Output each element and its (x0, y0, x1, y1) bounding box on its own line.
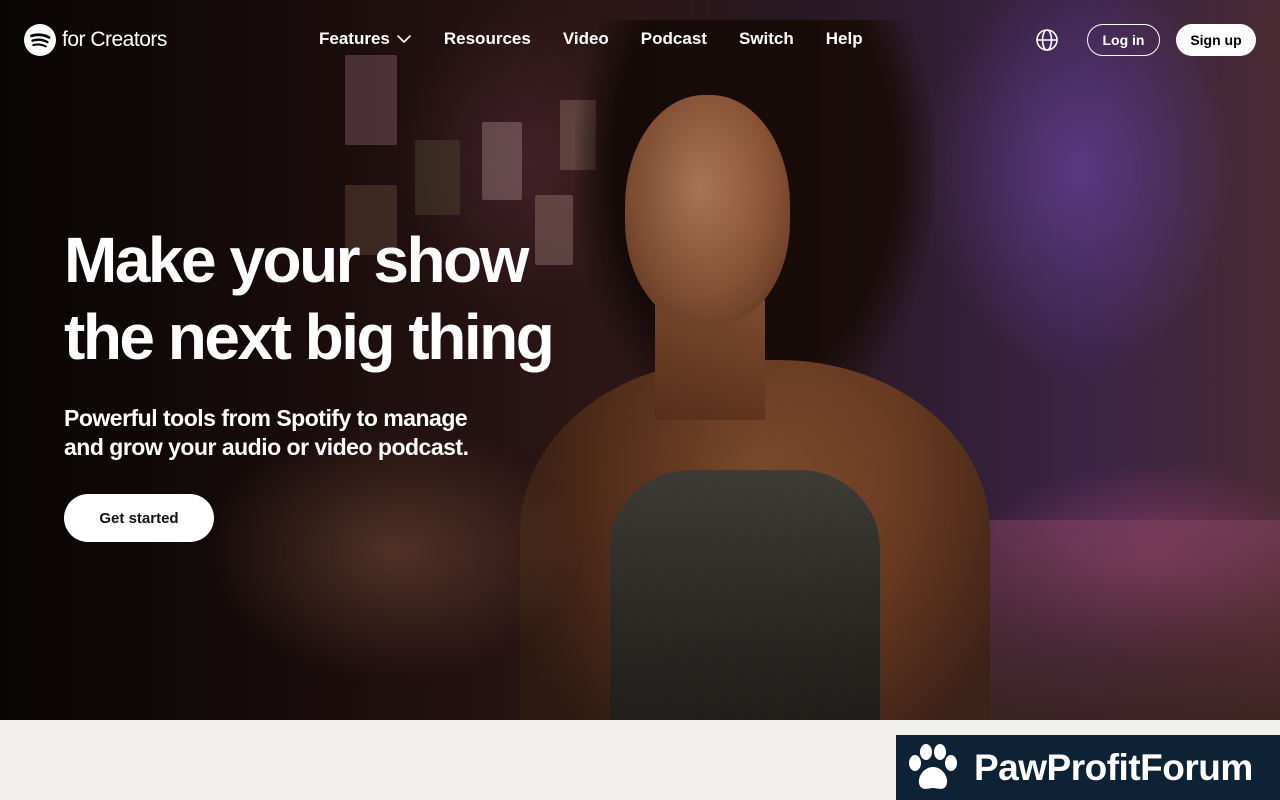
globe-icon[interactable] (1035, 28, 1059, 52)
top-navigation: for Creators Features Resources Video Po… (0, 0, 1280, 80)
hero-section: Make your show the next big thing Powerf… (0, 0, 1280, 720)
headline-line-1: Make your show (64, 224, 529, 296)
nav-switch[interactable]: Switch (739, 29, 794, 49)
nav-features[interactable]: Features (319, 29, 412, 49)
watermark-banner: PawProfitForum (896, 735, 1280, 800)
nav-podcast[interactable]: Podcast (641, 29, 707, 49)
hero-headline: Make your show the next big thing (64, 222, 624, 376)
paw-icon (909, 743, 957, 789)
watermark-text: PawProfitForum (974, 746, 1253, 788)
hero-subheading: Powerful tools from Spotify to manage an… (64, 404, 534, 462)
nav-help[interactable]: Help (826, 29, 863, 49)
nav-video[interactable]: Video (563, 29, 609, 49)
nav-features-label: Features (319, 29, 390, 48)
logo-text: for Creators (62, 28, 167, 51)
chevron-down-icon (397, 35, 411, 43)
subhead-line-2: and grow your audio or video podcast. (64, 434, 469, 460)
login-button[interactable]: Log in (1087, 24, 1160, 56)
logo-link[interactable]: for Creators (24, 24, 167, 56)
nav-links: Features Resources Video Podcast Switch … (319, 29, 863, 49)
headline-line-2: the next big thing (64, 301, 555, 373)
nav-resources[interactable]: Resources (444, 29, 531, 49)
subhead-line-1: Powerful tools from Spotify to manage (64, 405, 468, 431)
get-started-button[interactable]: Get started (64, 494, 214, 542)
spotify-icon (24, 24, 56, 56)
signup-button[interactable]: Sign up (1176, 24, 1256, 56)
